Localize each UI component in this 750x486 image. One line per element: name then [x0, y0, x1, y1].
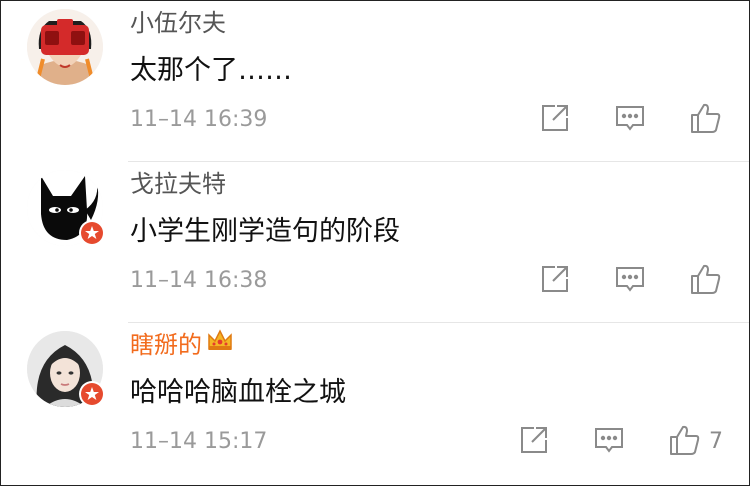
comment-icon[interactable]: [613, 262, 647, 296]
like-count: 7: [709, 429, 723, 454]
crown-icon: [206, 327, 234, 361]
comment-text: 哈哈哈脑血栓之城: [130, 377, 346, 408]
username[interactable]: 戈拉夫特: [130, 168, 226, 200]
timestamp: 11–14 16:38: [130, 268, 268, 293]
share-icon[interactable]: [538, 101, 572, 135]
comment-text: 小学生刚学造句的阶段: [130, 216, 400, 247]
like-icon[interactable]: [689, 262, 723, 296]
like-icon[interactable]: [668, 423, 702, 457]
verified-badge-icon: [79, 381, 105, 407]
comment-item: 戈拉夫特 小学生刚学造句的阶段 11–14 16:38: [1, 162, 749, 323]
comment-text: 太那个了……: [130, 55, 292, 86]
share-icon[interactable]: [517, 423, 551, 457]
verified-badge-icon: [79, 220, 105, 246]
comment-icon[interactable]: [613, 101, 647, 135]
share-icon[interactable]: [538, 262, 572, 296]
comment-item: 小伍尔夫 太那个了…… 11–14 16:39: [1, 1, 749, 162]
like-icon[interactable]: [689, 101, 723, 135]
comment-item: 瞎掰的 哈哈哈脑血栓之城 11–14 15:17 7: [1, 323, 749, 485]
comment-icon[interactable]: [592, 423, 626, 457]
comment-list: 小伍尔夫 太那个了…… 11–14 16:39 戈拉夫特 小学生刚学造句的阶段 …: [0, 0, 750, 486]
timestamp: 11–14 15:17: [130, 429, 268, 454]
timestamp: 11–14 16:39: [130, 107, 268, 132]
avatar[interactable]: [27, 9, 103, 85]
username-text[interactable]: 瞎掰的: [130, 331, 202, 359]
username[interactable]: 瞎掰的: [130, 329, 234, 361]
username[interactable]: 小伍尔夫: [130, 7, 226, 39]
